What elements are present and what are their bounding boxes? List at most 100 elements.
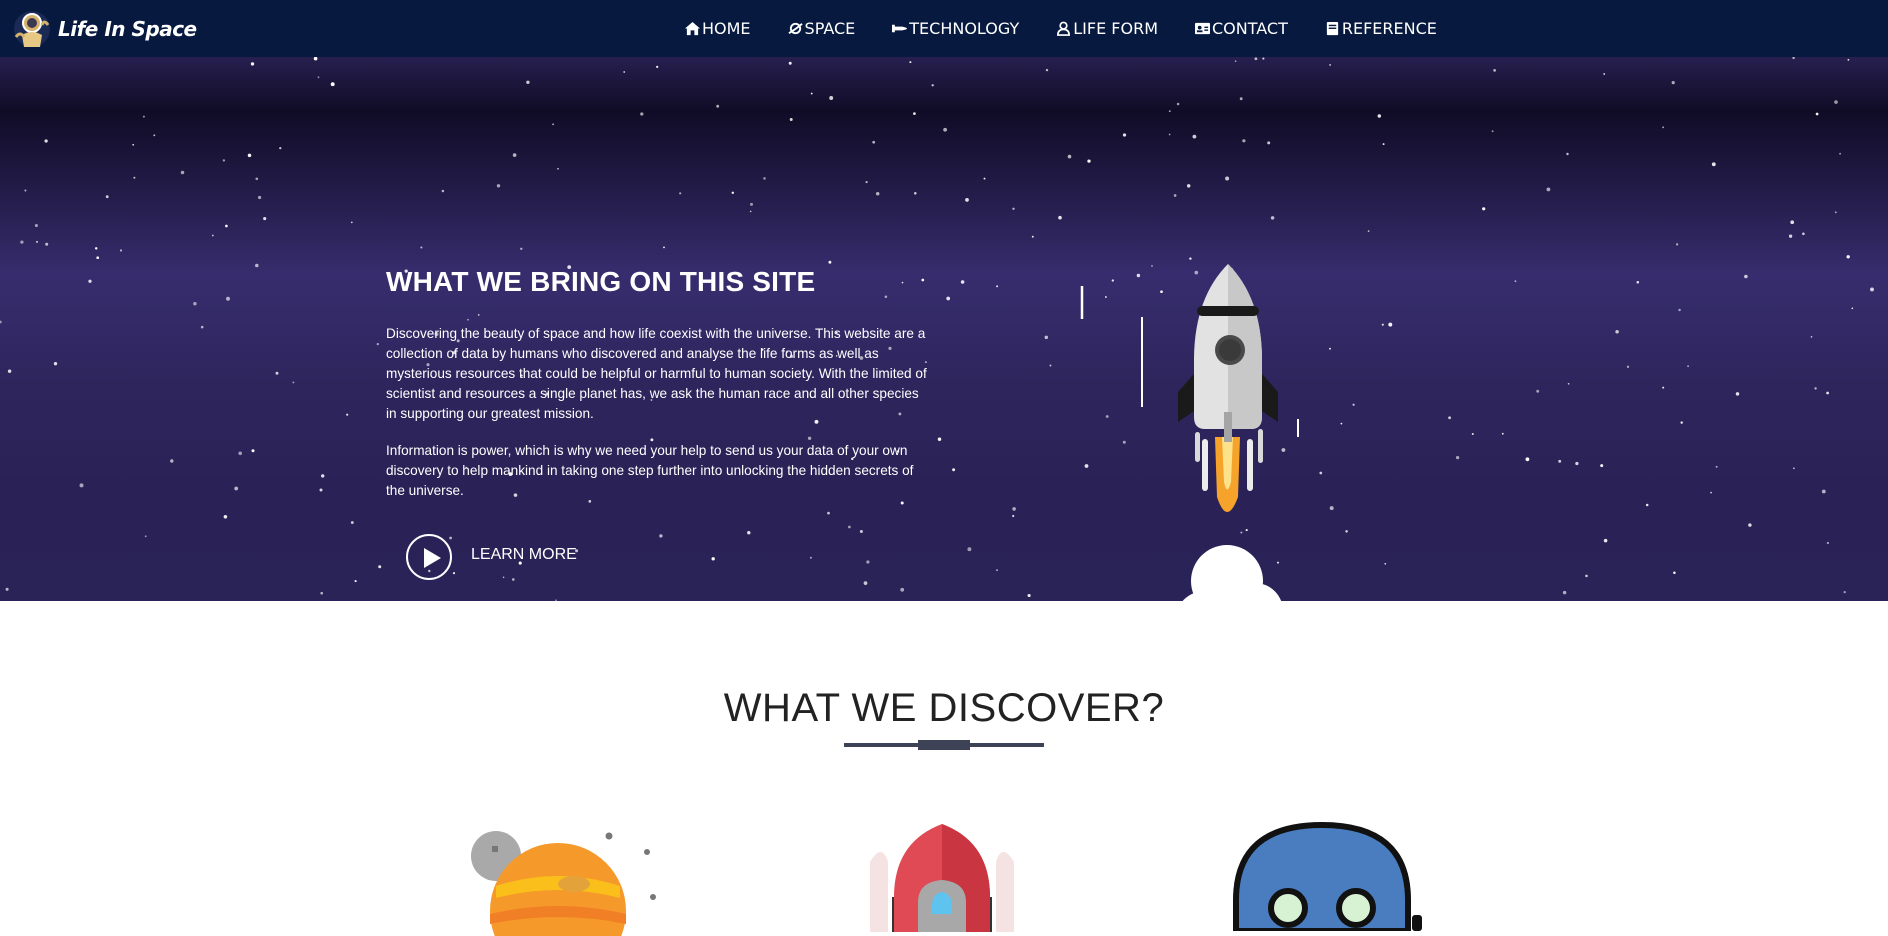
nav-label-life-form: LIFE FORM <box>1073 19 1158 38</box>
star <box>511 578 515 581</box>
star <box>1834 211 1837 214</box>
nav-item-reference[interactable]: REFERENCE <box>1324 19 1437 38</box>
star <box>378 565 382 569</box>
planet-spot <box>558 876 590 892</box>
star <box>132 143 135 146</box>
star <box>884 295 888 299</box>
rocket-window-glass <box>1219 339 1241 361</box>
star <box>313 57 318 61</box>
star <box>170 459 174 463</box>
star <box>1792 467 1795 470</box>
star <box>119 249 123 252</box>
star <box>1810 336 1813 338</box>
star <box>656 65 659 69</box>
play-button[interactable] <box>406 534 452 580</box>
star <box>863 581 868 585</box>
star <box>914 192 917 195</box>
star <box>921 278 925 282</box>
star <box>1645 503 1649 507</box>
star <box>477 313 480 316</box>
star <box>211 234 214 237</box>
star <box>640 112 644 116</box>
nav-item-home[interactable]: HOME <box>684 19 751 38</box>
brand-logo[interactable]: Life In Space <box>12 7 197 51</box>
star <box>747 531 751 535</box>
star <box>44 139 48 143</box>
top-navbar: Life In Space HOME SPACE TECHNOLOGY LIFE… <box>0 0 1888 57</box>
star <box>996 569 998 572</box>
star <box>789 118 793 121</box>
alien-icon[interactable] <box>1226 820 1426 931</box>
star <box>1839 152 1842 155</box>
star <box>983 177 986 180</box>
star <box>659 534 663 538</box>
star <box>913 112 916 115</box>
star <box>1788 234 1793 238</box>
star <box>512 153 517 157</box>
star <box>1239 97 1243 101</box>
star <box>1536 389 1540 393</box>
title-underline-accent <box>918 740 970 750</box>
star <box>88 279 92 283</box>
star <box>319 488 323 492</box>
star <box>234 486 239 491</box>
star <box>263 217 267 221</box>
space-shuttle-icon <box>892 24 908 33</box>
star <box>317 76 320 79</box>
star <box>320 591 324 595</box>
hero-section: WHAT WE BRING ON THIS SITE Discovering t… <box>0 57 1888 601</box>
star <box>1455 455 1460 460</box>
star <box>1662 386 1665 389</box>
star <box>967 547 972 552</box>
star <box>960 280 965 284</box>
star <box>1814 387 1817 390</box>
star <box>1045 68 1049 72</box>
star <box>1687 365 1689 368</box>
star <box>788 61 792 65</box>
nav-item-space[interactable]: SPACE <box>787 19 855 38</box>
star <box>623 71 626 73</box>
star <box>1388 322 1393 327</box>
star <box>749 210 752 213</box>
exhaust-streak <box>1258 429 1263 463</box>
star <box>1710 491 1712 494</box>
star <box>866 560 870 564</box>
star <box>1662 126 1665 129</box>
star <box>1834 100 1838 104</box>
star <box>663 246 665 249</box>
star <box>105 195 109 199</box>
nav-item-technology[interactable]: TECHNOLOGY <box>891 19 1019 38</box>
star <box>257 195 262 200</box>
star <box>292 381 295 384</box>
exhaust-streak <box>1195 432 1200 462</box>
star <box>24 189 27 192</box>
star <box>144 535 147 538</box>
space-shuttle-icon[interactable] <box>862 822 1022 932</box>
star <box>1678 308 1681 312</box>
star <box>1636 281 1640 284</box>
rocket-illustration <box>1080 264 1299 601</box>
star <box>238 451 243 456</box>
star <box>865 181 868 184</box>
star <box>1558 459 1562 463</box>
home-icon <box>685 21 700 36</box>
star <box>965 198 969 202</box>
planet-icon <box>788 22 803 35</box>
star <box>1044 335 1049 340</box>
star <box>1381 323 1384 326</box>
star <box>1514 280 1517 283</box>
star <box>1843 590 1846 594</box>
nav-item-life-form[interactable]: LIFE FORM <box>1055 19 1158 38</box>
astronaut-logo-icon <box>14 11 50 47</box>
learn-more-link[interactable]: LEARN MORE <box>471 546 577 564</box>
star <box>1792 57 1795 60</box>
star <box>1626 365 1630 368</box>
star <box>34 223 38 228</box>
main-nav: HOME SPACE TECHNOLOGY LIFE FORM CONTACT … <box>684 0 1473 57</box>
planet-icon[interactable] <box>466 826 666 936</box>
star <box>222 159 226 162</box>
star <box>226 296 230 301</box>
nav-item-contact[interactable]: CONTACT <box>1194 19 1288 38</box>
star <box>872 140 876 144</box>
star <box>275 371 279 375</box>
